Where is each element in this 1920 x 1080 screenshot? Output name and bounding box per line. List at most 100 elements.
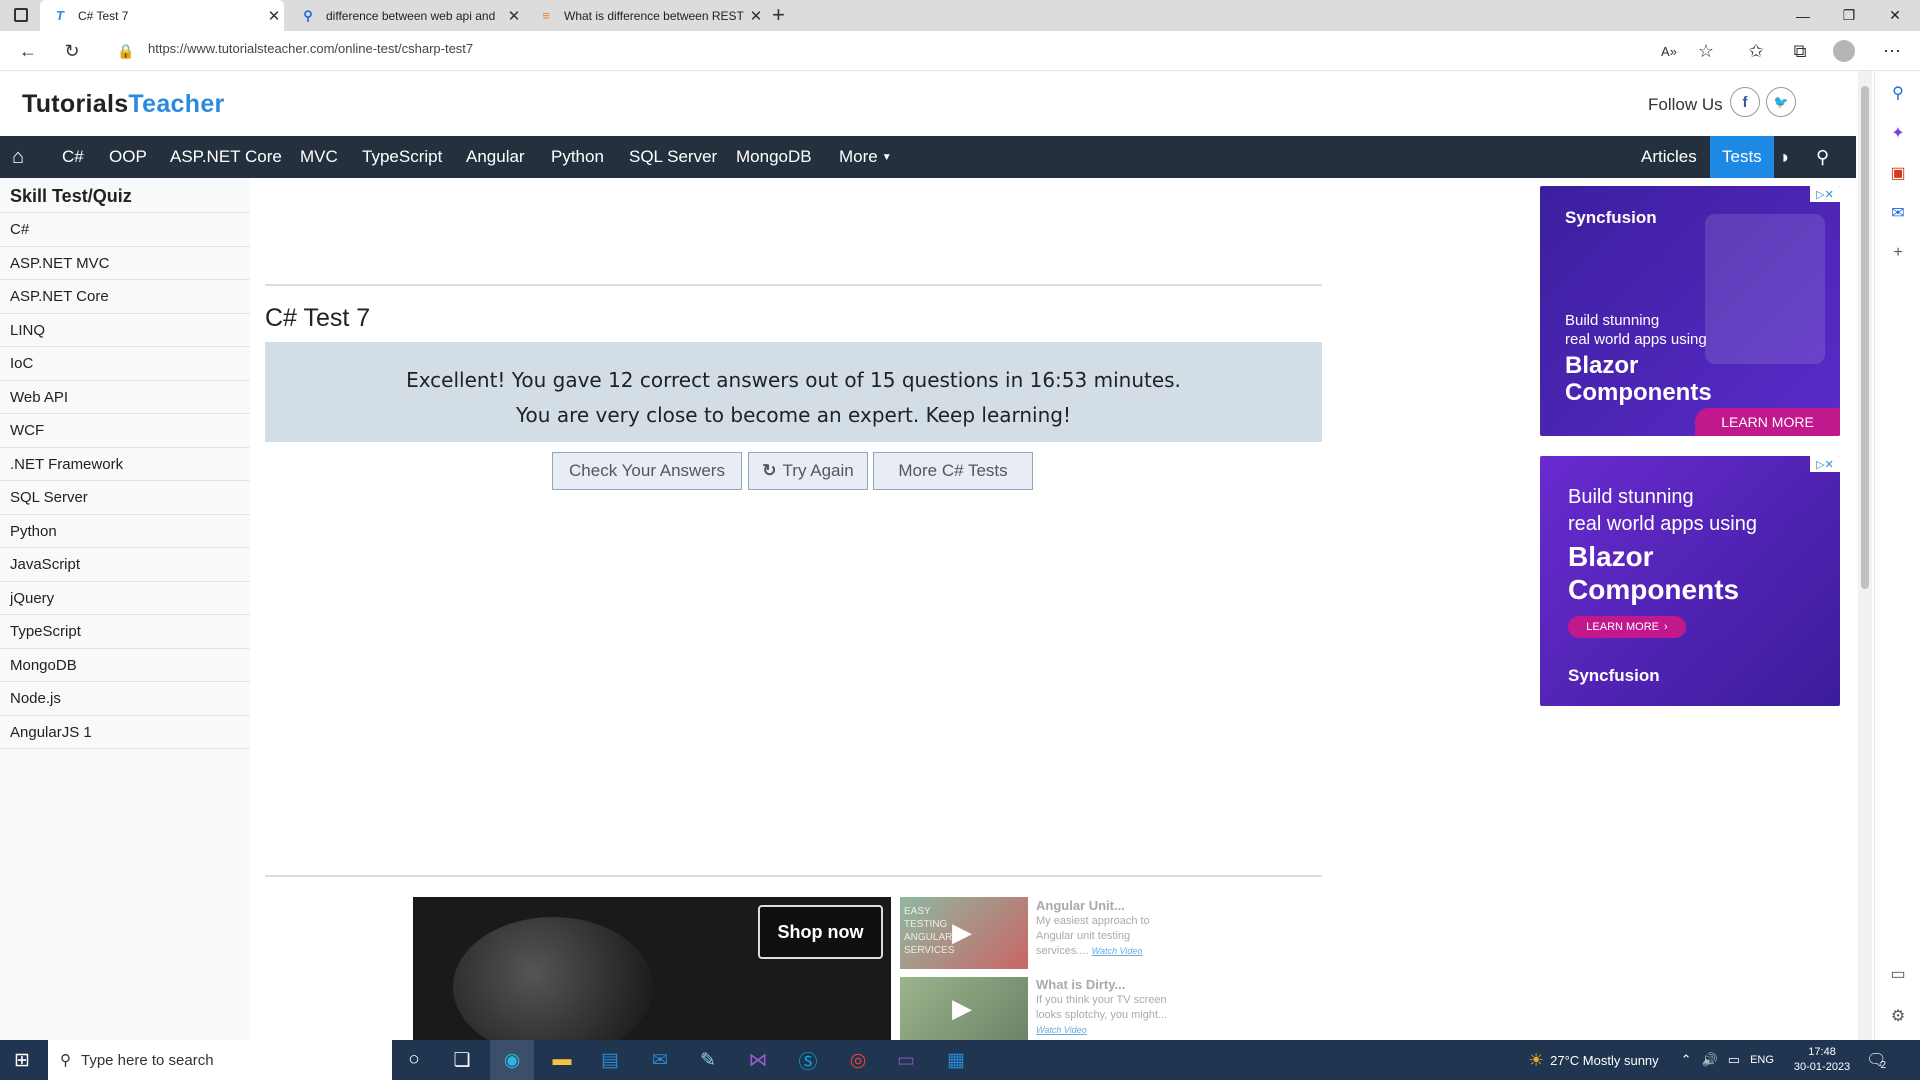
visual-studio-icon[interactable]: ⋈ (736, 1040, 780, 1080)
office-icon[interactable]: ▣ (1888, 163, 1908, 183)
syncfusion-ad-1[interactable]: ▷✕ Syncfusion Build stunning real world … (1540, 186, 1840, 436)
nav-aspnet-core[interactable]: ASP.NET Core (170, 136, 282, 178)
sidebar-item-ioc[interactable]: IoC (0, 346, 250, 380)
video-ad[interactable]: Shop now (413, 897, 891, 1040)
learn-more-button[interactable]: LEARN MORE (1695, 408, 1840, 436)
nav-csharp[interactable]: C# (62, 136, 84, 178)
syncfusion-ad-2[interactable]: ▷✕ Build stunning real world apps using … (1540, 456, 1840, 706)
edge-icon[interactable]: ◉ (490, 1040, 534, 1080)
theme-toggle-icon[interactable]: ◑ (1778, 136, 1789, 178)
nav-tests[interactable]: Tests (1710, 136, 1774, 178)
twitter-icon[interactable]: 🐦 (1766, 87, 1796, 117)
refresh-icon[interactable]: ↻ (58, 37, 86, 65)
skype-icon[interactable]: Ⓢ (786, 1040, 830, 1080)
chrome-icon[interactable]: ◎ (836, 1040, 880, 1080)
network-icon[interactable]: ▭ (1728, 1052, 1740, 1068)
read-aloud-icon[interactable]: A» (1655, 37, 1683, 65)
nav-oop[interactable]: OOP (109, 136, 147, 178)
weather-text[interactable]: 27°C Mostly sunny (1550, 1053, 1659, 1068)
sidebar-item-jquery[interactable]: jQuery (0, 581, 250, 615)
search-icon[interactable]: ⚲ (1888, 83, 1908, 103)
taskbar-search-input[interactable]: ⚲ Type here to search (48, 1040, 392, 1080)
nav-sql-server[interactable]: SQL Server (629, 136, 717, 178)
home-icon[interactable]: ⌂ (12, 136, 24, 178)
sidebar-item-aspnet-mvc[interactable]: ASP.NET MVC (0, 246, 250, 280)
sidebar-panel-icon[interactable]: ▭ (1888, 964, 1908, 984)
favorites-icon[interactable]: ✩ (1742, 37, 1770, 65)
nav-mvc[interactable]: MVC (300, 136, 338, 178)
video-thumbnail-2[interactable]: ▶ (900, 977, 1028, 1040)
sidebar-item-csharp[interactable]: C# (0, 212, 250, 246)
shop-now-button[interactable]: Shop now (758, 905, 883, 959)
back-icon[interactable]: ← (14, 37, 42, 65)
tab-rest[interactable]: ≡ What is difference between REST ✕ (526, 0, 766, 31)
watch-video-link[interactable]: Watch Video (1092, 946, 1143, 956)
site-logo[interactable]: TutorialsTeacher (22, 90, 225, 119)
try-again-button[interactable]: ↻ Try Again (748, 452, 868, 490)
chevron-up-icon[interactable]: ⌃ (1681, 1052, 1692, 1068)
profile-icon[interactable] (1830, 37, 1858, 65)
sidebar-item-sql-server[interactable]: SQL Server (0, 480, 250, 514)
sidebar-item-python[interactable]: Python (0, 514, 250, 548)
minimize-icon[interactable]: — (1780, 0, 1826, 31)
notepad-icon[interactable]: ✎ (686, 1040, 730, 1080)
nav-angular[interactable]: Angular (466, 136, 525, 178)
tab-actions-icon[interactable] (14, 8, 28, 22)
outlook-icon[interactable]: ✉ (1888, 203, 1908, 223)
file-explorer-icon[interactable]: ▬ (540, 1040, 584, 1080)
tab-web-api[interactable]: ⚲ difference between web api and ✕ (288, 0, 524, 31)
language-indicator[interactable]: ENG (1750, 1054, 1774, 1066)
nav-typescript[interactable]: TypeScript (362, 136, 442, 178)
nav-python[interactable]: Python (551, 136, 604, 178)
restore-icon[interactable]: ❐ (1826, 0, 1872, 31)
weather-icon[interactable]: ☀ (1528, 1050, 1544, 1071)
watch-video-link[interactable]: Watch Video (1036, 1025, 1087, 1035)
clock[interactable]: 17:48 30-01-2023 (1794, 1045, 1850, 1075)
more-icon[interactable]: ⋯ (1878, 37, 1906, 65)
sidebar-item-aspnet-core[interactable]: ASP.NET Core (0, 279, 250, 313)
photos-icon[interactable]: ▦ (934, 1040, 978, 1080)
settings-icon[interactable]: ⚙ (1888, 1006, 1908, 1026)
more-tests-button[interactable]: More C# Tests (873, 452, 1033, 490)
store-icon[interactable]: ▤ (588, 1040, 632, 1080)
video-thumbnail-1[interactable]: EASY TESTING ANGULAR SERVICES ▶ (900, 897, 1028, 969)
lock-icon[interactable]: 🔒 (112, 37, 140, 65)
sidebar-item-typescript[interactable]: TypeScript (0, 614, 250, 648)
start-icon[interactable]: ⊞ (0, 1040, 44, 1080)
close-tab-icon[interactable]: ✕ (264, 7, 284, 25)
video-title-2[interactable]: What is Dirty... (1036, 977, 1125, 992)
collections-icon[interactable]: ⧉ (1786, 37, 1814, 65)
close-window-icon[interactable]: ✕ (1872, 0, 1918, 31)
sidebar-item-linq[interactable]: LINQ (0, 313, 250, 347)
ad-choices-icon[interactable]: ▷✕ (1810, 456, 1840, 472)
sidebar-item-nodejs[interactable]: Node.js (0, 681, 250, 715)
address-bar[interactable]: https://www.tutorialsteacher.com/online-… (148, 41, 473, 56)
terminal-icon[interactable]: ▭ (884, 1040, 928, 1080)
facebook-icon[interactable]: f (1730, 87, 1760, 117)
discover-icon[interactable]: ✦ (1888, 123, 1908, 143)
cortana-icon[interactable]: ○ (392, 1040, 436, 1080)
scrollbar-thumb[interactable] (1861, 86, 1869, 589)
volume-icon[interactable]: 🔊 (1702, 1052, 1718, 1068)
task-view-icon[interactable]: ❏ (440, 1040, 484, 1080)
sidebar-item-angularjs[interactable]: AngularJS 1 (0, 715, 250, 749)
mail-icon[interactable]: ✉ (638, 1040, 682, 1080)
search-icon[interactable]: ⚲ (1816, 136, 1829, 178)
sidebar-item-javascript[interactable]: JavaScript (0, 547, 250, 581)
nav-more[interactable]: More ▼ (839, 136, 892, 178)
sidebar-item-dotnet-framework[interactable]: .NET Framework (0, 447, 250, 481)
sidebar-item-wcf[interactable]: WCF (0, 413, 250, 447)
sidebar-item-web-api[interactable]: Web API (0, 380, 250, 414)
learn-more-button[interactable]: LEARN MORE › (1568, 616, 1686, 638)
nav-articles[interactable]: Articles (1641, 136, 1697, 178)
add-favorite-icon[interactable]: ☆ (1692, 37, 1720, 65)
new-tab-icon[interactable]: + (772, 2, 785, 28)
add-icon[interactable]: + (1888, 243, 1908, 263)
video-title-1[interactable]: Angular Unit... (1036, 898, 1125, 913)
close-tab-icon[interactable]: ✕ (504, 7, 524, 25)
nav-mongodb[interactable]: MongoDB (736, 136, 812, 178)
ad-choices-icon[interactable]: ▷✕ (1810, 186, 1840, 202)
page-scrollbar[interactable] (1858, 71, 1872, 1040)
check-answers-button[interactable]: Check Your Answers (552, 452, 742, 490)
tab-csharp-test[interactable]: T C# Test 7 ✕ (40, 0, 284, 31)
